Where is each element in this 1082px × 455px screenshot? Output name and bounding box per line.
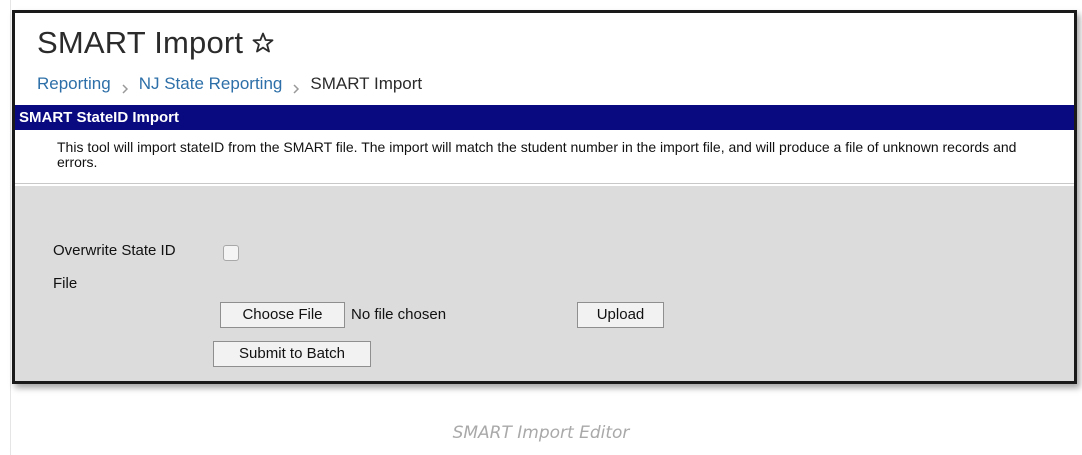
- left-rule: [10, 0, 11, 455]
- chevron-right-icon: [120, 79, 130, 94]
- tool-description: This tool will import stateID from the S…: [15, 130, 1074, 184]
- chevron-right-icon: [291, 79, 301, 94]
- file-label: File: [53, 275, 78, 292]
- submit-to-batch-button[interactable]: Submit to Batch: [213, 341, 371, 367]
- figure-caption: SMART Import Editor: [452, 423, 630, 443]
- section-header: SMART StateID Import: [15, 105, 1074, 130]
- page: SMART Import Reporting NJ State Reportin…: [0, 0, 1082, 455]
- page-title-row: SMART Import: [37, 25, 275, 61]
- choose-file-button[interactable]: Choose File: [220, 302, 345, 328]
- import-form: Overwrite State ID File Choose File No f…: [15, 186, 1074, 381]
- star-outline-icon[interactable]: [251, 31, 275, 55]
- page-title: SMART Import: [37, 25, 244, 60]
- no-file-chosen-text: No file chosen: [351, 306, 447, 323]
- breadcrumb-reporting[interactable]: Reporting: [37, 74, 111, 94]
- breadcrumb: Reporting NJ State Reporting SMART Impor…: [37, 74, 422, 94]
- overwrite-state-id-checkbox[interactable]: [223, 245, 239, 261]
- import-window: SMART Import Reporting NJ State Reportin…: [12, 10, 1077, 384]
- overwrite-state-id-label: Overwrite State ID: [53, 242, 176, 259]
- breadcrumb-current: SMART Import: [310, 74, 423, 93]
- breadcrumb-nj-state-reporting[interactable]: NJ State Reporting: [139, 74, 283, 94]
- page-header: SMART Import Reporting NJ State Reportin…: [15, 13, 1074, 105]
- upload-button[interactable]: Upload: [577, 302, 664, 328]
